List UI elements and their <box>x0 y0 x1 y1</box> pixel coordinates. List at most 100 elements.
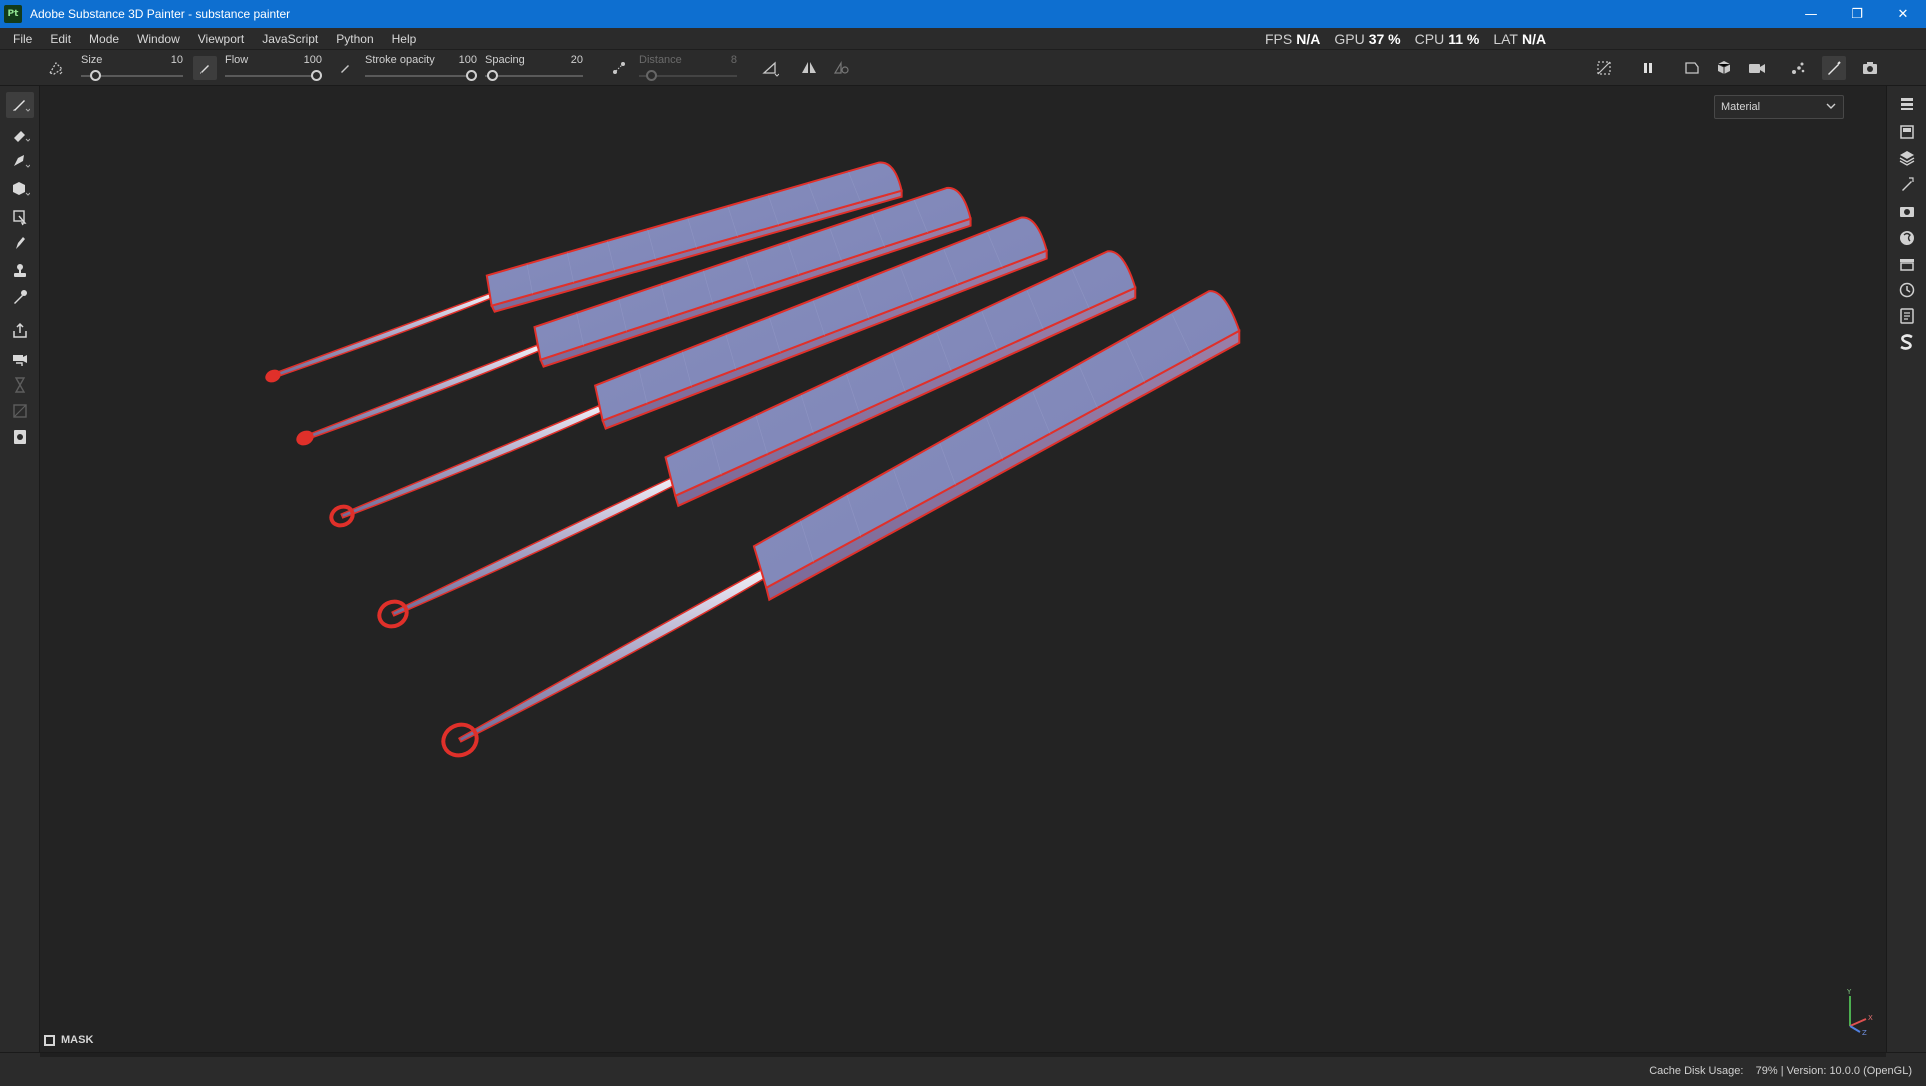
bake-export-button[interactable] <box>6 318 34 344</box>
clone-tool-button[interactable] <box>6 258 34 284</box>
smudge-tool-button[interactable] <box>6 230 34 256</box>
substance-icon <box>1900 334 1913 350</box>
menu-javascript[interactable]: JavaScript <box>253 32 327 46</box>
shaft[interactable] <box>458 569 767 743</box>
blade-side[interactable] <box>765 329 1241 602</box>
menu-python[interactable]: Python <box>327 32 382 46</box>
log-button[interactable] <box>1895 304 1919 328</box>
lazy-mouse-toggle[interactable] <box>607 56 631 80</box>
paint-tool-button[interactable] <box>6 92 34 118</box>
iray-render-icon <box>13 355 27 366</box>
hide-unselected-button[interactable] <box>1592 56 1616 80</box>
mask-toggle[interactable]: MASK <box>44 1034 93 1046</box>
physics-paint-button[interactable] <box>1786 56 1810 80</box>
cache-disk-label: Cache Disk Usage: <box>1649 1065 1744 1077</box>
texture-set-list-button[interactable] <box>1895 92 1919 116</box>
size-pressure-toggle[interactable] <box>193 56 217 80</box>
flow-track[interactable] <box>225 75 322 77</box>
svg-text:X: X <box>1868 1014 1873 1022</box>
size-handle[interactable] <box>90 70 102 81</box>
paint-mode-button[interactable] <box>1822 56 1846 80</box>
layers-button[interactable] <box>1895 146 1919 170</box>
texture-set-settings-button[interactable] <box>1895 120 1919 144</box>
menu-help[interactable]: Help <box>383 32 426 46</box>
mask-checkbox[interactable] <box>44 1034 55 1046</box>
camera-settings-button[interactable] <box>1745 56 1769 80</box>
symmetry-icon <box>802 62 816 73</box>
stroke-opacity-track[interactable] <box>365 75 477 77</box>
eraser-tool-button[interactable] <box>6 122 34 148</box>
ring-tip[interactable] <box>295 429 315 447</box>
menu-file[interactable]: File <box>0 32 41 46</box>
window-titlebar[interactable]: Pt Adobe Substance 3D Painter - substanc… <box>0 0 1926 28</box>
3d-viewport[interactable]: Material MASK Y X Z <box>40 86 1886 1052</box>
spacing-label: Spacing <box>485 54 525 66</box>
distance-slider: Distance 8 <box>639 50 737 86</box>
properties-button[interactable] <box>1895 172 1919 196</box>
shaft[interactable] <box>271 292 492 379</box>
symmetry-toggle[interactable] <box>797 56 821 80</box>
menu-viewport[interactable]: Viewport <box>189 32 253 46</box>
menu-window[interactable]: Window <box>128 32 189 46</box>
tool-sidebar <box>0 86 40 1052</box>
stroke-opacity-label: Stroke opacity <box>365 54 435 66</box>
mesh-group[interactable] <box>265 161 1241 760</box>
flow-pressure-toggle[interactable] <box>333 56 357 80</box>
spacing-handle[interactable] <box>486 70 498 81</box>
brush-preset-button[interactable] <box>44 56 68 80</box>
iray-render-button[interactable] <box>6 346 34 372</box>
symmetry-mirror-toggle[interactable] <box>830 56 854 80</box>
texture-set-button[interactable] <box>6 424 34 450</box>
flow-value: 100 <box>303 54 322 66</box>
restore-button[interactable]: ❐ <box>1834 0 1880 28</box>
camera-icon <box>1863 62 1877 74</box>
screenshot-button[interactable] <box>1858 56 1882 80</box>
substance-assets-button[interactable] <box>1895 330 1919 354</box>
pause-engine-button[interactable] <box>1636 56 1660 80</box>
shelf-button[interactable] <box>1895 252 1919 276</box>
layers-icon <box>1899 151 1915 166</box>
stroke-opacity-slider[interactable]: Stroke opacity 100 <box>365 50 477 86</box>
texture-set-settings-icon <box>1900 125 1914 139</box>
texture-set-list-icon <box>1901 98 1913 110</box>
pen-pressure-icon <box>200 65 209 74</box>
size-label: Size <box>81 54 103 66</box>
symmetry-settings-button[interactable] <box>758 56 782 80</box>
status-separator: | <box>1780 1065 1784 1077</box>
spacing-slider[interactable]: Spacing 20 <box>485 50 583 86</box>
log-icon <box>1900 308 1914 324</box>
close-button[interactable]: ✕ <box>1880 0 1926 28</box>
paintbrush-icon <box>1828 61 1841 75</box>
app-logo-icon: Pt <box>4 5 22 23</box>
viewport-scene[interactable] <box>40 86 1886 1052</box>
3d-view-button[interactable] <box>1712 56 1736 80</box>
flow-handle[interactable] <box>311 70 322 81</box>
color-picker-tool-button[interactable] <box>6 284 34 310</box>
geometry-mask-tool-button[interactable] <box>6 176 34 202</box>
viewport-mode-select[interactable]: Material <box>1714 95 1844 119</box>
polygon-fill-tool-button[interactable] <box>6 204 34 230</box>
shaft[interactable] <box>391 477 675 617</box>
geometry-mask-tool-icon <box>13 182 30 196</box>
shaft[interactable] <box>340 404 603 519</box>
view-mode-button[interactable] <box>1680 56 1704 80</box>
shaft[interactable] <box>303 344 541 441</box>
shader-settings-button[interactable] <box>1895 226 1919 250</box>
cpu-value: 11 % <box>1448 31 1480 47</box>
history-button[interactable] <box>1895 278 1919 302</box>
flow-slider[interactable]: Flow 100 <box>225 50 322 86</box>
lazy-mouse-icon <box>613 62 625 74</box>
menu-edit[interactable]: Edit <box>41 32 80 46</box>
size-slider[interactable]: Size 10 <box>81 50 183 86</box>
history-icon <box>1899 282 1915 298</box>
display-settings-button[interactable] <box>1895 200 1919 224</box>
stroke-opacity-value: 100 <box>458 54 477 66</box>
stroke-opacity-handle[interactable] <box>466 70 477 81</box>
ring-tip[interactable] <box>265 369 282 384</box>
symmetry-disabled-icon <box>833 60 849 74</box>
bake-export-icon <box>13 322 27 338</box>
projection-tool-button[interactable] <box>6 148 34 174</box>
menu-mode[interactable]: Mode <box>80 32 128 46</box>
minimize-button[interactable]: — <box>1788 0 1834 28</box>
spacing-track[interactable] <box>485 75 583 77</box>
